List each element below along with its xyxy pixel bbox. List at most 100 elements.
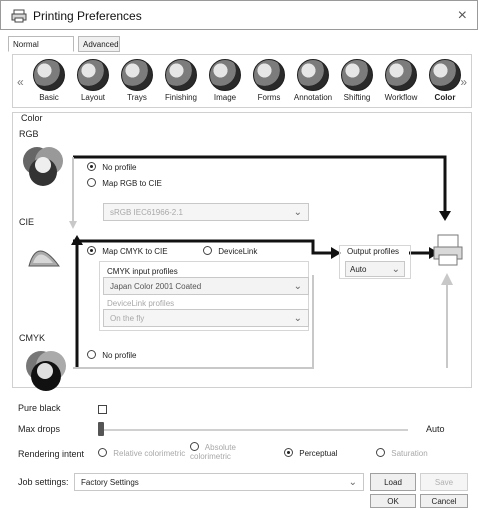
rgb-no-profile-option[interactable]: No profile [87,162,137,172]
chevron-down-icon: ⌄ [293,281,302,292]
rendering-intent-absolute-radio[interactable] [190,442,199,452]
forms-icon [253,59,285,91]
devicelink-profile-select[interactable]: On the fly ⌄ [103,309,309,327]
tab-label-normal: Normal [13,40,39,49]
tab-advanced[interactable]: Advanced [78,36,120,52]
printer-icon [433,234,463,266]
rendering-intent-relative-label: Relative colorimetric [113,449,186,458]
trays-icon [121,59,153,91]
output-profile-select[interactable]: Auto ⌄ [345,261,405,277]
save-button[interactable]: Save [420,473,468,491]
save-button-label: Save [434,478,454,487]
tool-label-annotation: Annotation [293,93,333,102]
rendering-intent-label: Rendering intent [18,449,85,459]
cmyk-map-to-cie-radio[interactable] [87,246,96,256]
max-drops-label: Max drops [18,424,61,434]
window-titlebar: Printing Preferences × [0,0,478,30]
load-button-label: Load [384,478,402,487]
ok-button[interactable]: OK [370,494,416,508]
cmyk-map-to-cie-label: Map CMYK to CIE [102,247,168,256]
cmyk-no-profile-option[interactable]: No profile [87,350,137,360]
cmyk-devicelink-radio[interactable] [203,246,212,256]
cmyk-devicelink-label: DeviceLink [218,247,258,256]
workflow-icon [385,59,417,91]
cancel-button[interactable]: Cancel [420,494,468,508]
cmyk-input-profile-select[interactable]: Japan Color 2001 Coated ⌄ [103,277,309,295]
devicelink-profile-value: On the fly [110,314,145,323]
rendering-intent-relative[interactable]: Relative colorimetric [98,448,186,458]
annotation-icon [297,59,329,91]
tool-label-workflow: Workflow [384,93,418,102]
feature-toolbar: « » Basic Layout Trays Finishing Image F… [12,54,472,108]
chevron-down-icon: ⌄ [348,477,357,488]
printer-icon [11,9,27,23]
rendering-intent-saturation-radio[interactable] [376,448,385,458]
cancel-button-label: Cancel [431,497,457,506]
pure-black-label: Pure black [18,403,61,413]
arrow-head-gray-rgb [69,221,77,229]
tool-color[interactable]: Color [425,59,465,105]
tab-label-advanced: Advanced [83,40,119,49]
devicelink-profiles-label: DeviceLink profiles [107,299,175,308]
chevron-down-icon: ⌄ [293,207,302,218]
max-drops-value: Auto [426,424,445,434]
rendering-intent-perceptual[interactable]: Perceptual [284,448,338,458]
rendering-intent-saturation-label: Saturation [391,449,428,458]
tool-label-shifting: Shifting [343,93,371,102]
rgb-no-profile-radio[interactable] [87,162,96,172]
tab-normal[interactable]: Normal [8,36,74,52]
rgb-no-profile-label: No profile [102,163,137,172]
tool-finishing[interactable]: Finishing [161,59,201,105]
cmyk-input-profile-value: Japan Color 2001 Coated [110,282,202,291]
load-button[interactable]: Load [370,473,416,491]
rgb-profile-value: sRGB IEC61966-2.1 [110,208,183,217]
max-drops-slider-thumb[interactable] [98,422,104,436]
tool-label-color: Color [434,93,456,102]
tool-label-image: Image [213,93,237,102]
job-settings-label: Job settings: [18,477,69,487]
tool-label-layout: Layout [80,93,106,102]
rendering-intent-relative-radio[interactable] [98,448,107,458]
tool-basic[interactable]: Basic [29,59,69,105]
rgb-profile-select[interactable]: sRGB IEC61966-2.1 ⌄ [103,203,309,221]
max-drops-slider-track[interactable] [98,429,408,431]
window-title: Printing Preferences [33,9,142,23]
tool-annotation[interactable]: Annotation [293,59,333,105]
tool-forms[interactable]: Forms [249,59,289,105]
color-icon [429,59,461,91]
chevron-down-icon: ⌄ [293,313,302,324]
tool-label-trays: Trays [127,93,147,102]
rgb-map-to-cie-option[interactable]: Map RGB to CIE [87,178,162,188]
image-icon [209,59,241,91]
arrow-head-rgb [439,211,451,221]
finishing-icon [165,59,197,91]
rendering-intent-absolute[interactable]: Absolute colorimetric [190,442,270,461]
scroll-left-icon[interactable]: « [17,75,24,89]
ok-button-label: OK [387,497,399,506]
tool-label-finishing: Finishing [164,93,197,102]
tool-workflow[interactable]: Workflow [381,59,421,105]
close-icon[interactable]: × [458,7,467,25]
job-settings-select[interactable]: Factory Settings ⌄ [74,473,364,491]
tool-shifting[interactable]: Shifting [337,59,377,105]
tool-image[interactable]: Image [205,59,245,105]
tool-label-basic: Basic [39,93,59,102]
pure-black-checkbox[interactable] [98,405,107,414]
tool-label-forms: Forms [257,93,281,102]
tool-trays[interactable]: Trays [117,59,157,105]
rgb-map-to-cie-label: Map RGB to CIE [102,179,162,188]
cmyk-map-to-cie-option[interactable]: Map CMYK to CIE [87,246,168,256]
cmyk-no-profile-radio[interactable] [87,350,96,360]
rendering-intent-perceptual-label: Perceptual [299,449,338,458]
rendering-intent-perceptual-radio[interactable] [284,448,293,458]
rgb-map-to-cie-radio[interactable] [87,178,96,188]
shifting-icon [341,59,373,91]
cmyk-no-profile-label: No profile [102,351,137,360]
tool-layout[interactable]: Layout [73,59,113,105]
rendering-intent-saturation[interactable]: Saturation [376,448,428,458]
layout-icon [77,59,109,91]
output-profiles-label: Output profiles [347,247,400,256]
color-group: Color RGB CIE CMYK No profile Map RGB to… [12,112,472,391]
cmyk-input-profiles-label: CMYK input profiles [107,267,178,276]
cmyk-devicelink-option[interactable]: DeviceLink [203,246,258,256]
